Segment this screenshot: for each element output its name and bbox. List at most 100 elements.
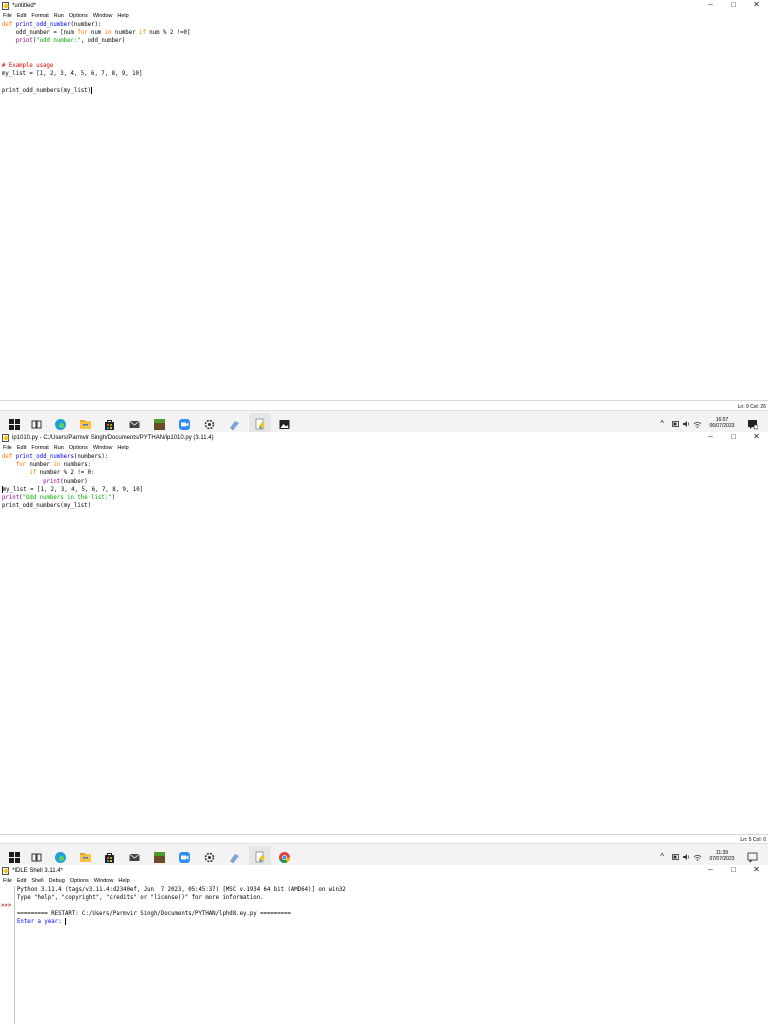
- minimize-button[interactable]: –: [699, 0, 722, 11]
- menu-format[interactable]: Format: [31, 13, 48, 19]
- menu-window[interactable]: Window: [94, 878, 114, 884]
- menu-options[interactable]: Options: [69, 13, 88, 19]
- menu-options[interactable]: Options: [69, 445, 88, 451]
- minecraft-icon[interactable]: [153, 418, 166, 431]
- menu-options[interactable]: Options: [70, 878, 89, 884]
- idle-app-icon: [2, 434, 9, 442]
- shell-line: Python 3.11.4 (tags/v3.11.4:d2340ef, Jun…: [17, 887, 346, 893]
- code-line: print("odd number:", odd_number): [2, 37, 126, 45]
- shell-line: Type "help", "copyright", "credits" or "…: [17, 895, 264, 901]
- minecraft-icon[interactable]: [153, 851, 166, 864]
- system-clock[interactable]: 11:39 07/07/2023: [706, 850, 738, 862]
- idle-shell-window: *IDLE Shell 3.11.4* – □ ✕ File Edit Shel…: [0, 865, 768, 1024]
- mail-icon[interactable]: [128, 851, 141, 864]
- code-token: num: [87, 30, 105, 37]
- task-view-icon[interactable]: [30, 418, 43, 431]
- store-icon[interactable]: [103, 418, 116, 431]
- menu-shell[interactable]: Shell: [31, 878, 43, 884]
- menu-edit[interactable]: Edit: [17, 13, 26, 19]
- photos-icon[interactable]: [278, 418, 291, 431]
- input-prompt-text: Enter a year:: [17, 919, 65, 925]
- minimize-button[interactable]: –: [699, 865, 722, 876]
- window-title: *IDLE Shell 3.11.4*: [12, 867, 63, 874]
- python-idle-icon[interactable]: [254, 418, 267, 431]
- menu-edit[interactable]: Edit: [17, 445, 26, 451]
- menu-file[interactable]: File: [3, 878, 12, 884]
- close-button[interactable]: ✕: [745, 432, 768, 443]
- edge-browser-icon[interactable]: [54, 418, 67, 431]
- sticky-app-icon[interactable]: [228, 418, 241, 431]
- menu-help[interactable]: Help: [118, 878, 129, 884]
- code-editor[interactable]: def print_odd_numbers(numbers): for numb…: [0, 453, 768, 833]
- text-cursor: [64, 918, 66, 925]
- menu-window[interactable]: Window: [93, 445, 113, 451]
- maximize-button[interactable]: □: [722, 865, 745, 876]
- menu-run[interactable]: Run: [54, 445, 64, 451]
- zoom-icon[interactable]: [178, 418, 191, 431]
- menu-file[interactable]: File: [3, 445, 12, 451]
- code-line: odd_number = [num for num in number if n…: [2, 29, 191, 37]
- menu-help[interactable]: Help: [117, 13, 128, 19]
- speaker-icon[interactable]: [682, 420, 690, 428]
- menu-debug[interactable]: Debug: [49, 878, 65, 884]
- settings-gear-icon[interactable]: [203, 418, 216, 431]
- speaker-icon[interactable]: [682, 853, 690, 861]
- code-token: def: [2, 454, 16, 460]
- shell-line: ========= RESTART: C:/Users/Parmvir Sing…: [17, 911, 291, 917]
- code-line: my_list = [1, 2, 3, 4, 5, 6, 7, 8, 9, 10…: [2, 485, 143, 494]
- code-token: (number):: [70, 22, 102, 28]
- menu-help[interactable]: Help: [117, 445, 128, 451]
- notification-icon[interactable]: [747, 419, 758, 430]
- code-editor[interactable]: def print_odd_number(number): odd_number…: [0, 21, 768, 401]
- code-token: ): [111, 495, 116, 501]
- system-clock[interactable]: 16:07 06/07/2023: [706, 417, 738, 429]
- task-view-icon[interactable]: [30, 851, 43, 864]
- code-line: for number in numbers:: [2, 461, 91, 469]
- code-token: print: [15, 38, 33, 45]
- maximize-button[interactable]: □: [722, 0, 745, 11]
- code-token: "odd number:": [36, 38, 81, 45]
- menu-format[interactable]: Format: [31, 445, 48, 451]
- window-title: *untitled*: [12, 2, 37, 9]
- battery-icon[interactable]: [672, 421, 680, 427]
- code-line: if number % 2 != 0:: [2, 469, 94, 477]
- shell-output-area[interactable]: >>> Python 3.11.4 (tags/v3.11.4:d2340ef,…: [0, 886, 768, 1024]
- store-icon[interactable]: [103, 851, 116, 864]
- windows-start-icon[interactable]: [8, 851, 21, 864]
- zoom-icon[interactable]: [178, 851, 191, 864]
- close-button[interactable]: ✕: [745, 865, 768, 876]
- menu-edit[interactable]: Edit: [17, 878, 26, 884]
- minimize-button[interactable]: –: [699, 432, 722, 443]
- menu-window[interactable]: Window: [93, 13, 113, 19]
- wifi-icon[interactable]: [693, 853, 702, 862]
- code-token: "Odd numbers in the list:": [22, 495, 112, 501]
- idle-app-icon: [2, 2, 9, 10]
- file-explorer-icon[interactable]: [79, 851, 92, 864]
- settings-gear-icon[interactable]: [203, 851, 216, 864]
- shell-input-line[interactable]: Enter a year:: [17, 918, 66, 926]
- shell-prompt: >>>: [1, 903, 12, 909]
- python-idle-icon[interactable]: [254, 851, 267, 864]
- code-token: # Example usage: [2, 63, 54, 69]
- menu-file[interactable]: File: [3, 13, 12, 19]
- code-token: (numbers):: [73, 454, 109, 460]
- code-token: print_odd_numbers(my_list): [2, 503, 92, 510]
- close-button[interactable]: ✕: [745, 0, 768, 11]
- menu-run[interactable]: Run: [54, 13, 64, 19]
- file-explorer-icon[interactable]: [79, 418, 92, 431]
- wifi-icon[interactable]: [693, 420, 702, 429]
- battery-icon[interactable]: [672, 854, 680, 860]
- maximize-button[interactable]: □: [722, 432, 745, 443]
- sticky-app-icon[interactable]: [228, 851, 241, 864]
- code-token: odd_number = [num: [2, 30, 78, 37]
- edge-browser-icon[interactable]: [54, 851, 67, 864]
- title-bar: ip1010.py - C:/Users/Parmvir Singh/Docum…: [0, 432, 768, 443]
- notification-icon[interactable]: [747, 852, 758, 863]
- mail-icon[interactable]: [128, 418, 141, 431]
- text-cursor: [91, 86, 92, 94]
- chrome-browser-icon[interactable]: [278, 851, 291, 864]
- code-token: print: [43, 478, 61, 485]
- windows-start-icon[interactable]: [8, 418, 21, 431]
